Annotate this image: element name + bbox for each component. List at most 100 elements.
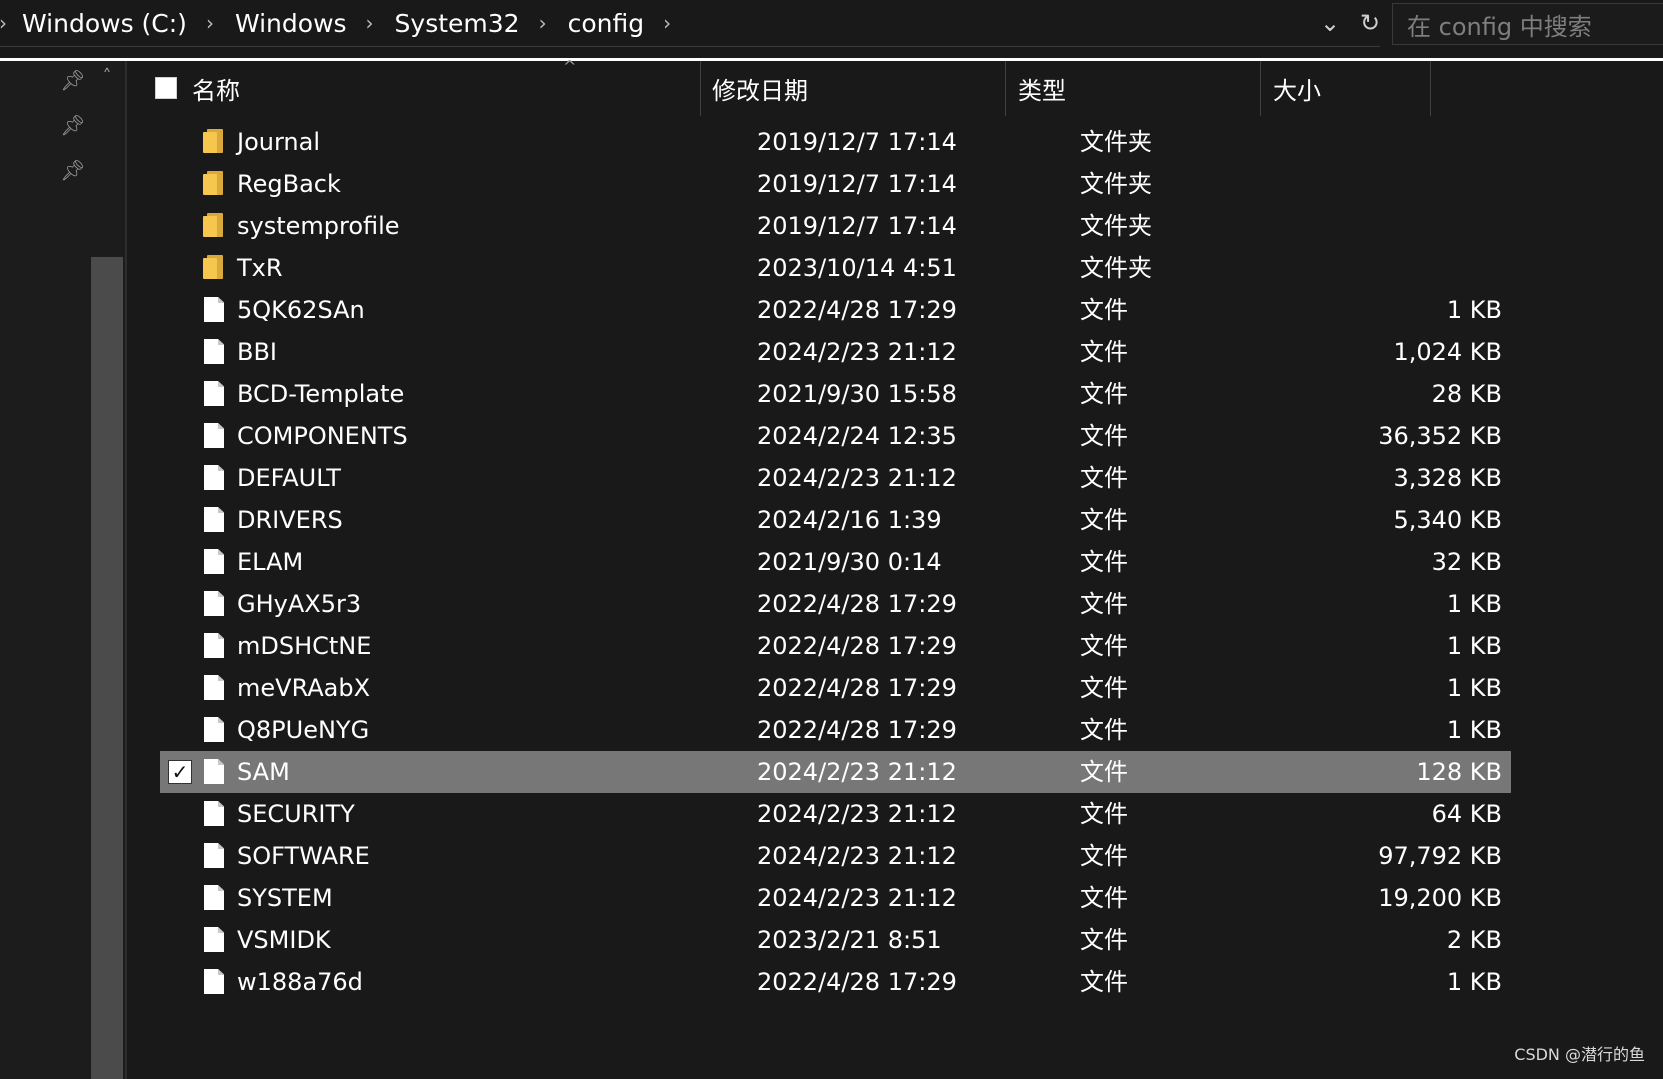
file-row[interactable]: SECURITY 2024/2/23 21:12 文件 64 KB — [127, 793, 1663, 835]
breadcrumb-chevron-icon[interactable]: › — [660, 11, 674, 35]
file-row[interactable]: DRIVERS 2024/2/16 1:39 文件 5,340 KB — [127, 499, 1663, 541]
file-size: 1 KB — [1446, 968, 1502, 996]
file-row[interactable]: ELAM 2021/9/30 0:14 文件 32 KB — [127, 541, 1663, 583]
file-row[interactable]: BCD-Template 2021/9/30 15:58 文件 28 KB — [127, 373, 1663, 415]
breadcrumb-item-config[interactable]: config — [566, 9, 647, 38]
address-bar-border — [0, 46, 1380, 47]
file-type: 文件 — [1080, 800, 1128, 828]
file-row[interactable]: meVRAabX 2022/4/28 17:29 文件 1 KB — [127, 667, 1663, 709]
row-checkbox-checked[interactable]: ✓ — [168, 760, 192, 784]
file-type: 文件 — [1080, 884, 1128, 912]
file-row[interactable]: Q8PUeNYG 2022/4/28 17:29 文件 1 KB — [127, 709, 1663, 751]
file-type: 文件 — [1080, 338, 1128, 366]
nav-scrollbar-thumb[interactable] — [91, 257, 123, 1079]
file-name: RegBack — [237, 170, 341, 198]
chevron-down-icon[interactable]: ⌄ — [1320, 9, 1340, 37]
column-divider[interactable] — [1005, 61, 1006, 116]
file-modified-date: 2024/2/16 1:39 — [757, 506, 942, 534]
file-modified-date: 2021/9/30 0:14 — [757, 548, 942, 576]
folder-icon — [203, 213, 223, 237]
file-row[interactable]: ✓ SAM 2024/2/23 21:12 文件 128 KB — [127, 751, 1663, 793]
file-name: TxR — [237, 254, 283, 282]
file-name: SECURITY — [237, 800, 355, 828]
file-size: 1 KB — [1446, 674, 1502, 702]
file-icon — [204, 381, 224, 406]
pin-icon[interactable]: 📌︎ — [60, 157, 86, 183]
file-row[interactable]: BBI 2024/2/23 21:12 文件 1,024 KB — [127, 331, 1663, 373]
file-modified-date: 2024/2/24 12:35 — [757, 422, 957, 450]
file-row[interactable]: SOFTWARE 2024/2/23 21:12 文件 97,792 KB — [127, 835, 1663, 877]
file-name: DRIVERS — [237, 506, 343, 534]
file-name: BBI — [237, 338, 278, 366]
file-modified-date: 2024/2/23 21:12 — [757, 758, 957, 786]
file-type: 文件 — [1080, 758, 1128, 786]
file-icon — [204, 297, 224, 322]
breadcrumb-chevron-icon[interactable]: › — [536, 11, 550, 35]
file-name: ELAM — [237, 548, 304, 576]
file-type: 文件夹 — [1080, 128, 1152, 156]
file-row[interactable]: Journal 2019/12/7 17:14 文件夹 — [127, 121, 1663, 163]
breadcrumb[interactable]: › Windows (C:) › Windows › System32 › co… — [0, 0, 1380, 46]
file-row[interactable]: SYSTEM 2024/2/23 21:12 文件 19,200 KB — [127, 877, 1663, 919]
breadcrumb-item-system32[interactable]: System32 — [393, 9, 522, 38]
file-icon — [204, 339, 224, 364]
file-type: 文件 — [1080, 674, 1128, 702]
file-name: meVRAabX — [237, 674, 371, 702]
column-divider[interactable] — [700, 61, 701, 116]
file-row[interactable]: VSMIDK 2023/2/21 8:51 文件 2 KB — [127, 919, 1663, 961]
breadcrumb-chevron-icon[interactable]: › — [203, 11, 217, 35]
file-icon — [204, 591, 224, 616]
breadcrumb-item-drive[interactable]: Windows (C:) — [20, 9, 189, 38]
pin-icon[interactable]: 📌︎ — [60, 112, 86, 138]
file-type: 文件 — [1080, 380, 1128, 408]
file-type: 文件 — [1080, 590, 1128, 618]
file-modified-date: 2021/9/30 15:58 — [757, 380, 957, 408]
refresh-icon[interactable]: ↻ — [1360, 9, 1380, 37]
file-icon — [204, 717, 224, 742]
address-bar: › Windows (C:) › Windows › System32 › co… — [0, 0, 1663, 48]
file-icon — [204, 507, 224, 532]
column-header-type[interactable]: 类型 — [1008, 61, 1260, 116]
column-divider[interactable] — [1260, 61, 1261, 116]
column-header-date[interactable]: 修改日期 — [702, 61, 1005, 116]
column-header-type-label: 类型 — [1018, 77, 1066, 105]
breadcrumb-item-windows[interactable]: Windows — [233, 9, 349, 38]
search-placeholder: 在 config 中搜索 — [1407, 12, 1592, 41]
column-header-size[interactable]: 大小 — [1263, 61, 1433, 116]
file-name: mDSHCtNE — [237, 632, 372, 660]
file-name: Q8PUeNYG — [237, 716, 370, 744]
address-controls: ⌄ ↻ — [1310, 0, 1390, 46]
file-row[interactable]: mDSHCtNE 2022/4/28 17:29 文件 1 KB — [127, 625, 1663, 667]
file-size: 1 KB — [1446, 590, 1502, 618]
file-row[interactable]: systemprofile 2019/12/7 17:14 文件夹 — [127, 205, 1663, 247]
file-row[interactable]: 5QK62SAn 2022/4/28 17:29 文件 1 KB — [127, 289, 1663, 331]
column-divider[interactable] — [1430, 61, 1431, 116]
file-name: BCD-Template — [237, 380, 405, 408]
file-icon — [204, 927, 224, 952]
file-row[interactable]: TxR 2023/10/14 4:51 文件夹 — [127, 247, 1663, 289]
file-modified-date: 2023/10/14 4:51 — [757, 254, 957, 282]
breadcrumb-chevron-icon[interactable]: › — [0, 11, 10, 35]
file-size: 2 KB — [1446, 926, 1502, 954]
file-row[interactable]: GHyAX5r3 2022/4/28 17:29 文件 1 KB — [127, 583, 1663, 625]
file-modified-date: 2024/2/23 21:12 — [757, 842, 957, 870]
select-all-checkbox[interactable] — [155, 77, 177, 99]
scroll-up-arrow-icon[interactable]: ˄ — [97, 67, 117, 87]
file-modified-date: 2019/12/7 17:14 — [757, 128, 957, 156]
file-type: 文件 — [1080, 632, 1128, 660]
file-name: w188a76d — [237, 968, 363, 996]
file-row[interactable]: COMPONENTS 2024/2/24 12:35 文件 36,352 KB — [127, 415, 1663, 457]
file-row[interactable]: DEFAULT 2024/2/23 21:12 文件 3,328 KB — [127, 457, 1663, 499]
breadcrumb-chevron-icon[interactable]: › — [363, 11, 377, 35]
navigation-pane: ˄ 📌︎ 📌︎ 📌︎ — [0, 61, 125, 1079]
file-icon — [204, 633, 224, 658]
pin-icon[interactable]: 📌︎ — [60, 67, 86, 93]
file-modified-date: 2024/2/23 21:12 — [757, 338, 957, 366]
folder-icon — [203, 255, 223, 279]
file-name: GHyAX5r3 — [237, 590, 362, 618]
search-input[interactable]: 在 config 中搜索 — [1392, 3, 1663, 45]
file-type: 文件 — [1080, 422, 1128, 450]
file-row[interactable]: w188a76d 2022/4/28 17:29 文件 1 KB — [127, 961, 1663, 1003]
column-header-name[interactable]: 名称 — [182, 61, 700, 116]
file-row[interactable]: RegBack 2019/12/7 17:14 文件夹 — [127, 163, 1663, 205]
